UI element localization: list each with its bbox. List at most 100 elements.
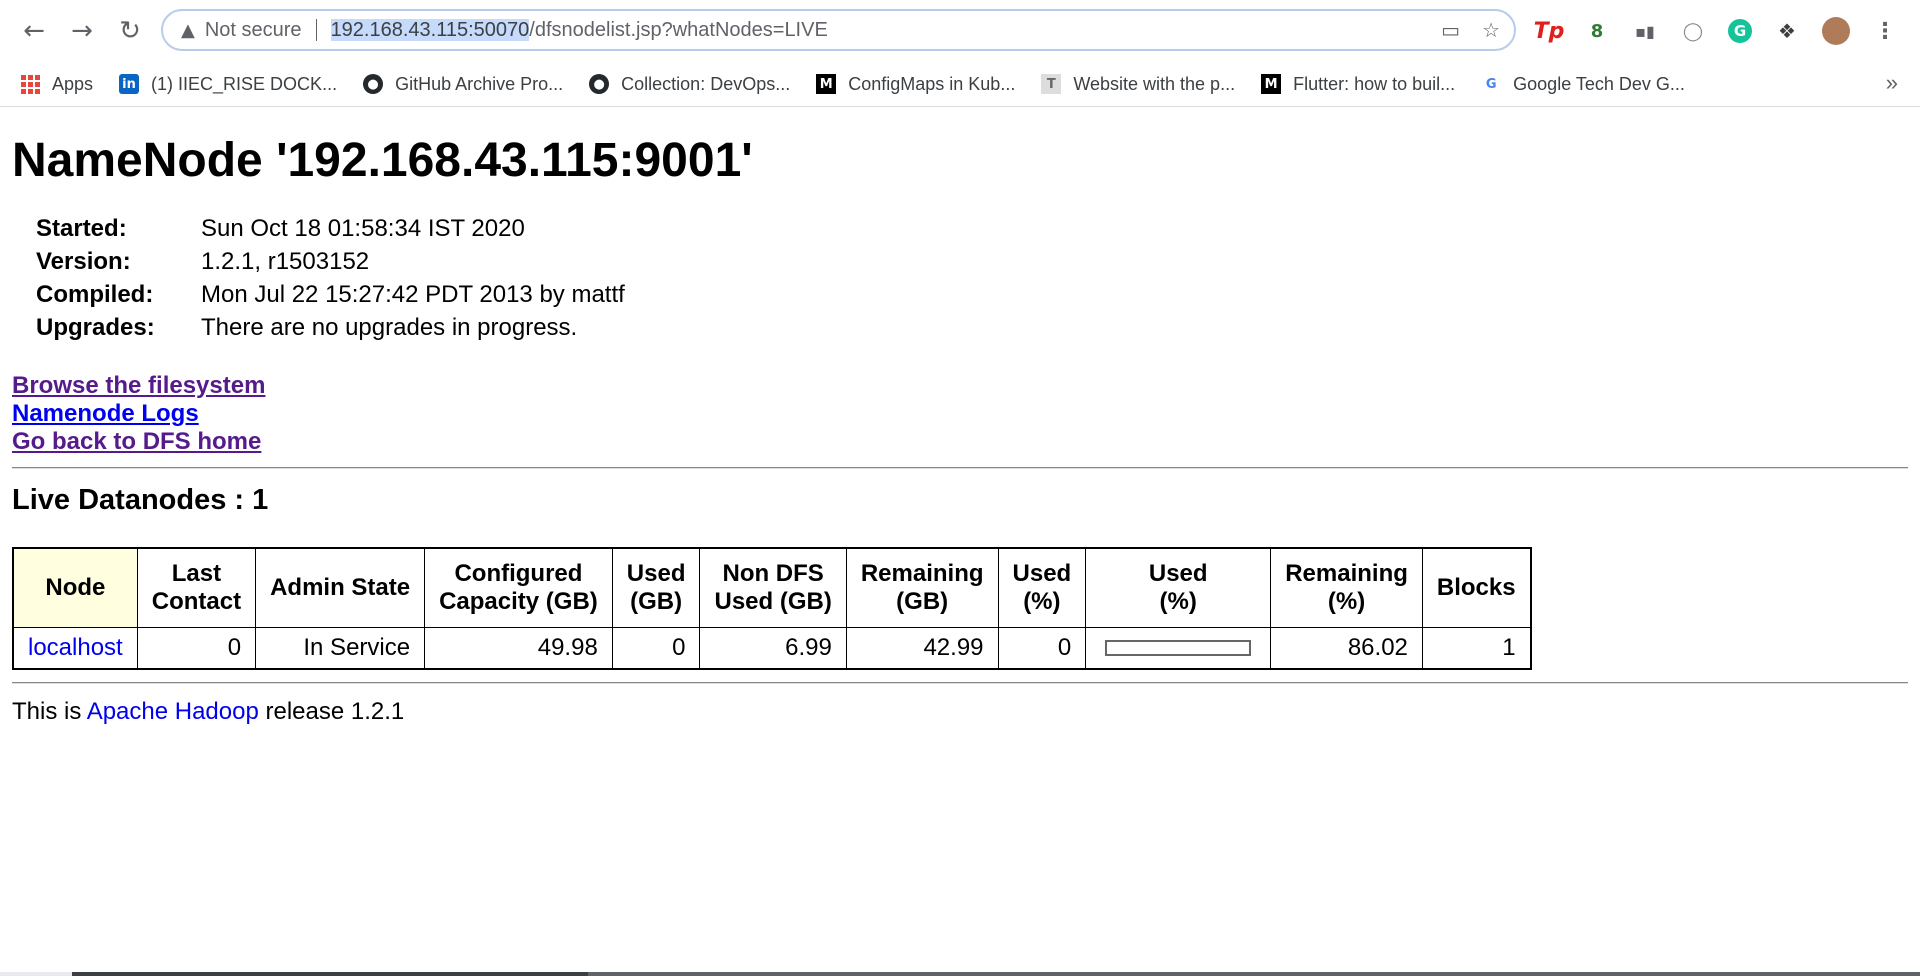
star-bookmark-icon[interactable]: ☆ <box>1482 18 1500 42</box>
browse-filesystem-link[interactable]: Browse the filesystem <box>12 372 1908 400</box>
browser-toolbar: ← → ↻ ▲ Not secure 192.168.43.115:50070/… <box>0 0 1920 62</box>
col-node[interactable]: Node <box>12 547 138 628</box>
linkedin-icon: in <box>119 74 140 94</box>
bookmark-iiec-rise[interactable]: in (1) IIEC_RISE DOCK... <box>113 68 343 100</box>
namenode-logs-link[interactable]: Namenode Logs <box>12 400 1908 428</box>
bookmark-apps[interactable]: Apps <box>14 68 99 100</box>
divider <box>12 467 1908 469</box>
datanodes-table: Node Last Contact Admin State Configured C… <box>12 547 1532 670</box>
warning-triangle-icon: ▲ <box>181 19 195 41</box>
bookmark-label: Collection: DevOps... <box>621 73 791 94</box>
bookmark-label: Google Tech Dev G... <box>1513 73 1685 94</box>
info-key-upgrades: Upgrades: <box>36 313 155 341</box>
info-value-upgrades: There are no upgrades in progress. <box>201 313 578 341</box>
cell-non-dfs-used: 6.99 <box>699 627 847 670</box>
address-bar[interactable]: ▲ Not secure 192.168.43.115:50070/dfsnod… <box>161 9 1516 51</box>
info-key-compiled: Compiled: <box>36 280 154 308</box>
info-value-started: Sun Oct 18 01:58:34 IST 2020 <box>201 214 525 242</box>
dfs-home-link[interactable]: Go back to DFS home <box>12 428 1908 456</box>
col-admin-state[interactable]: Admin State <box>255 547 426 628</box>
info-row: Version: 1.2.1, r1503152 <box>36 245 625 278</box>
nav-links: Browse the filesystem Namenode Logs Go b… <box>12 372 1908 456</box>
back-arrow-icon[interactable]: ← <box>14 11 54 51</box>
cell-used-pct-bar <box>1085 627 1272 670</box>
col-last-contact[interactable]: Last Contact <box>136 547 257 628</box>
reload-icon[interactable]: ↻ <box>110 11 150 51</box>
bookmark-google-tech-dev[interactable]: G Google Tech Dev G... <box>1475 68 1691 100</box>
info-value-version: 1.2.1, r1503152 <box>201 247 370 275</box>
col-configured-capacity[interactable]: Configured Capacity (GB) <box>424 547 613 628</box>
extensions-puzzle-icon[interactable]: ❖ <box>1774 18 1800 44</box>
cell-last-contact: 0 <box>136 627 257 670</box>
namenode-info: Started: Sun Oct 18 01:58:34 IST 2020 Ve… <box>36 212 625 344</box>
table-header-row: Node Last Contact Admin State Configured C… <box>12 547 1532 628</box>
cell-node: localhost <box>12 627 138 670</box>
table-row: localhost 0 In Service 49.98 0 6.99 42.9… <box>12 627 1532 670</box>
bookmark-configmaps[interactable]: M ConfigMaps in Kub... <box>810 68 1021 100</box>
page-title: NameNode '192.168.43.115:9001' <box>12 134 753 187</box>
bookmark-website[interactable]: T Website with the p... <box>1035 68 1241 100</box>
cast-icon[interactable]: ▭ <box>1441 18 1460 42</box>
apps-grid-icon <box>20 74 40 94</box>
col-blocks[interactable]: Blocks <box>1421 547 1532 628</box>
usage-progress-bar <box>1105 640 1252 656</box>
bookmark-label: ConfigMaps in Kub... <box>848 73 1016 94</box>
datanode-link[interactable]: localhost <box>28 634 123 661</box>
bookmark-flutter[interactable]: M Flutter: how to buil... <box>1255 68 1461 100</box>
live-datanodes-heading: Live Datanodes : 1 <box>12 484 269 516</box>
profile-avatar[interactable] <box>1822 17 1850 45</box>
cell-configured-capacity: 49.98 <box>424 627 613 670</box>
bookmarks-overflow-icon[interactable]: » <box>1886 70 1898 96</box>
col-remaining-gb[interactable]: Remaining (GB) <box>845 547 999 628</box>
cell-remaining-gb: 42.99 <box>845 627 999 670</box>
forward-arrow-icon[interactable]: → <box>62 11 102 51</box>
footer-text: This is Apache Hadoop release 1.2.1 <box>12 698 1908 726</box>
divider <box>12 682 1908 684</box>
tp-extension-icon[interactable]: Tp <box>1534 18 1565 44</box>
footer-suffix: release 1.2.1 <box>258 698 405 725</box>
cell-remaining-pct: 86.02 <box>1270 627 1423 670</box>
github-icon: ● <box>589 74 610 94</box>
google-icon: G <box>1485 76 1497 92</box>
mouse-extension-icon[interactable]: ◯ <box>1680 18 1706 44</box>
url-text[interactable]: 192.168.43.115:50070/dfsnodelist.jsp?wha… <box>330 18 828 42</box>
cell-used-pct: 0 <box>997 627 1087 670</box>
info-key-started: Started: <box>36 214 127 242</box>
url-host: 192.168.43.115:50070 <box>330 18 530 41</box>
medium-icon: M <box>1261 74 1282 94</box>
page-content: NameNode '192.168.43.115:9001' Started: … <box>12 106 1908 726</box>
cell-used-gb: 0 <box>611 627 701 670</box>
apache-hadoop-link[interactable]: Apache Hadoop <box>87 698 259 725</box>
medium-icon: M <box>816 74 837 94</box>
info-row: Started: Sun Oct 18 01:58:34 IST 2020 <box>36 212 625 245</box>
cell-admin-state: In Service <box>255 627 426 670</box>
col-used-gb[interactable]: Used (GB) <box>611 547 701 628</box>
footer-prefix: This is <box>12 698 87 725</box>
cell-blocks: 1 <box>1421 627 1532 670</box>
extension-icons: Tp 8 ▪▮ ◯ G ❖ ⋮ <box>1534 11 1898 51</box>
info-value-compiled: Mon Jul 22 15:27:42 PDT 2013 by mattf <box>201 280 625 308</box>
bookmark-label: Apps <box>52 73 94 94</box>
bookmark-label: Flutter: how to buil... <box>1293 73 1456 94</box>
col-non-dfs-used[interactable]: Non DFS Used (GB) <box>699 547 847 628</box>
g8-extension-icon[interactable]: 8 <box>1584 18 1610 44</box>
site-icon: T <box>1041 74 1062 94</box>
bookmark-github-archive[interactable]: ● GitHub Archive Pro... <box>357 68 569 100</box>
url-path: /dfsnodelist.jsp?whatNodes=LIVE <box>529 18 828 41</box>
taskbar-segment <box>72 972 592 976</box>
bookmark-label: Website with the p... <box>1073 73 1236 94</box>
col-used-pct[interactable]: Used (%) <box>997 547 1087 628</box>
chart-extension-icon[interactable]: ▪▮ <box>1632 18 1658 44</box>
bookmark-label: (1) IIEC_RISE DOCK... <box>151 73 338 94</box>
kebab-menu-icon[interactable]: ⋮ <box>1872 18 1898 44</box>
col-used-pct-bar[interactable]: Used (%) <box>1085 547 1272 628</box>
info-row: Upgrades: There are no upgrades in progr… <box>36 311 625 344</box>
bookmark-collection-devops[interactable]: ● Collection: DevOps... <box>583 68 796 100</box>
bookmarks-bar: Apps in (1) IIEC_RISE DOCK... ● GitHub A… <box>0 62 1920 107</box>
info-row: Compiled: Mon Jul 22 15:27:42 PDT 2013 b… <box>36 278 625 311</box>
bookmark-label: GitHub Archive Pro... <box>395 73 564 94</box>
security-label[interactable]: Not secure <box>205 19 302 42</box>
omnibox-actions: ▭ ☆ <box>1441 11 1500 49</box>
col-remaining-pct[interactable]: Remaining (%) <box>1270 547 1423 628</box>
grammarly-icon[interactable]: G <box>1728 19 1752 43</box>
